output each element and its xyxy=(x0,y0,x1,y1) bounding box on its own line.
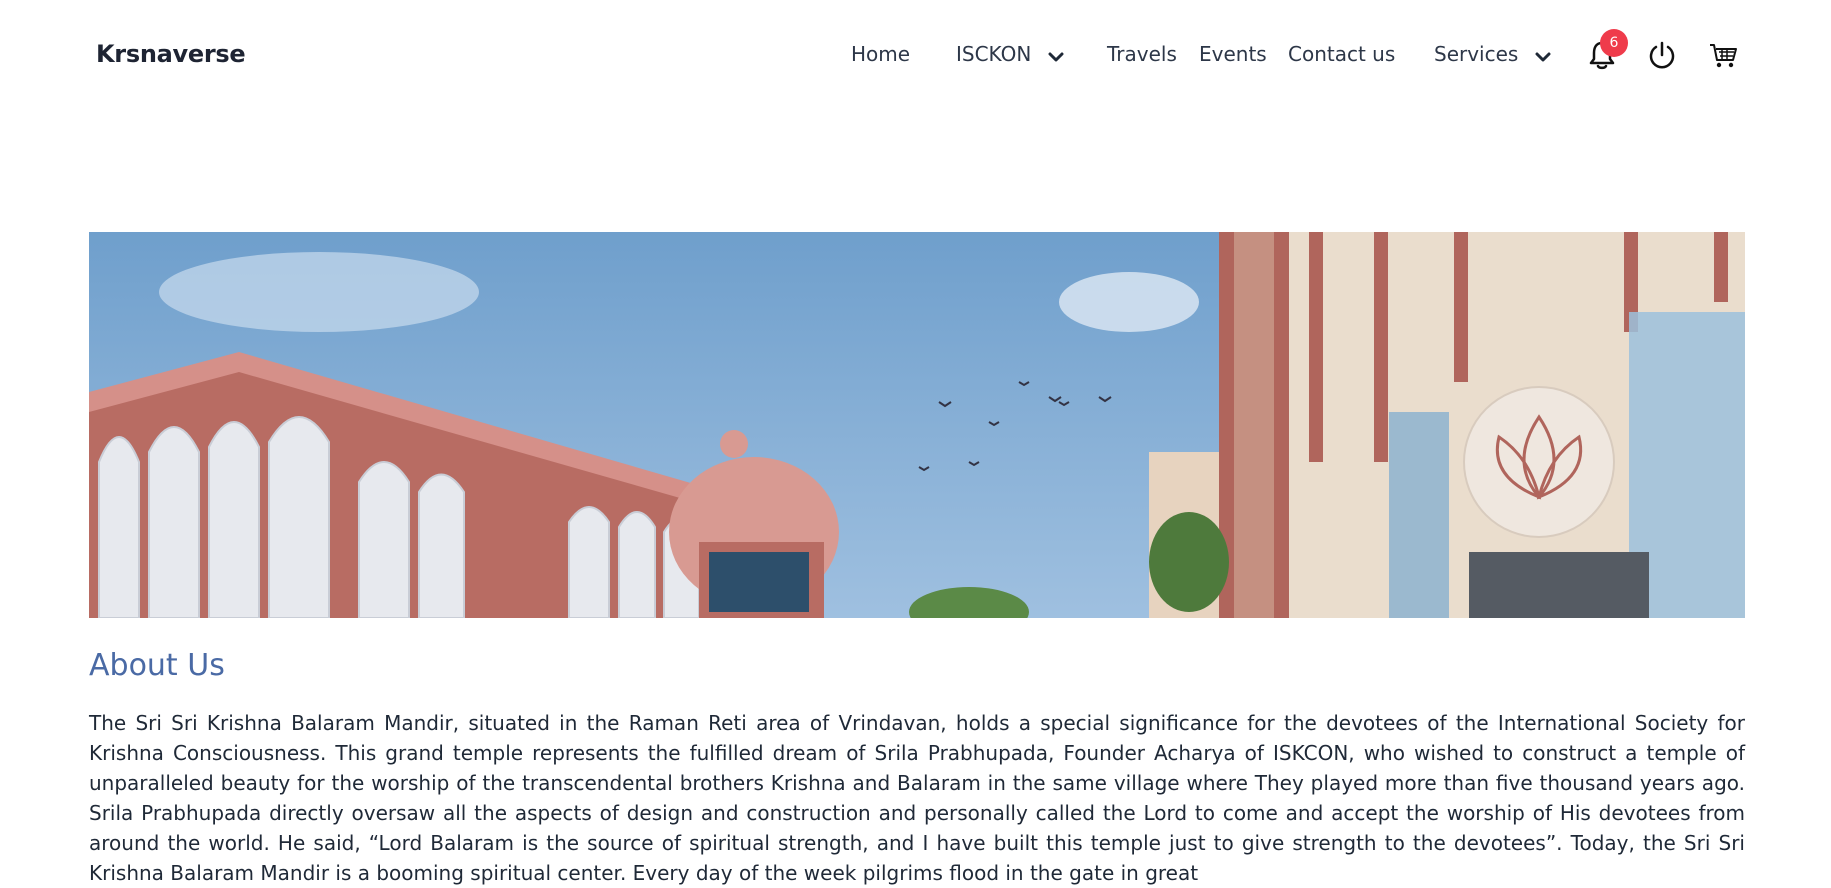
navbar: Krsnaverse Home ISCKON Travels Events Co… xyxy=(0,0,1831,110)
chevron-down-icon xyxy=(1535,44,1551,68)
nav-iskcon-label: ISCKON xyxy=(956,42,1032,66)
nav-services[interactable]: Services xyxy=(1434,42,1551,68)
cart-icon[interactable] xyxy=(1708,42,1738,74)
nav-events[interactable]: Events xyxy=(1199,42,1267,66)
notification-badge: 6 xyxy=(1600,29,1628,57)
nav-home[interactable]: Home xyxy=(851,42,910,66)
hero-banner-image xyxy=(89,232,1745,618)
about-us-title: About Us xyxy=(89,648,225,683)
nav-contact[interactable]: Contact us xyxy=(1288,42,1395,66)
nav-services-label: Services xyxy=(1434,42,1519,66)
brand-logo[interactable]: Krsnaverse xyxy=(96,40,246,68)
chevron-down-icon xyxy=(1048,44,1064,68)
about-us-text: The Sri Sri Krishna Balaram Mandir, situ… xyxy=(89,711,1745,885)
nav-iskcon[interactable]: ISCKON xyxy=(956,42,1064,68)
power-icon[interactable] xyxy=(1647,40,1677,74)
nav-travels[interactable]: Travels xyxy=(1107,42,1177,66)
